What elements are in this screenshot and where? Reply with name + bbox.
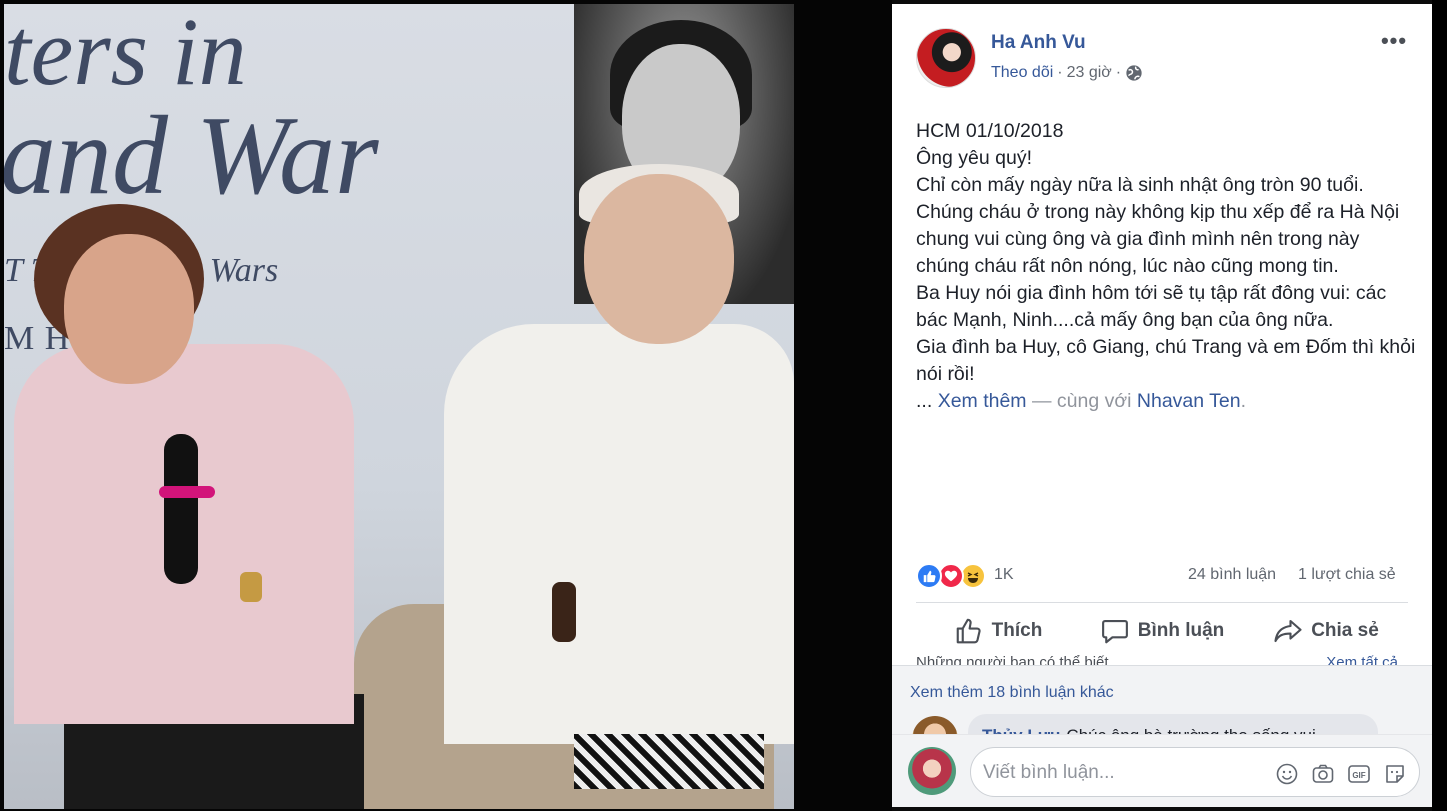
- see-more-link[interactable]: Xem thêm: [938, 390, 1027, 412]
- thumbs-up-icon: [956, 618, 981, 644]
- see-more-line: ... Xem thêm — cùng với Nhavan Ten.: [916, 388, 1416, 415]
- chair-seat: [574, 734, 764, 789]
- globe-icon[interactable]: [1125, 64, 1143, 82]
- comment-label: Bình luận: [1137, 620, 1225, 641]
- more-options-button[interactable]: •••: [1376, 30, 1412, 56]
- reaction-count[interactable]: 1K: [994, 566, 1014, 584]
- post-photo[interactable]: ters in and War T The Vietnam Wars M HUO…: [4, 4, 794, 809]
- tail-dot: .: [1240, 390, 1247, 412]
- meta-separator: ·: [1057, 64, 1063, 81]
- reaction-icons[interactable]: [916, 563, 992, 589]
- watch-strap: [552, 582, 576, 642]
- share-label: Chia sẻ: [1311, 620, 1379, 641]
- svg-text:GIF: GIF: [1352, 771, 1365, 780]
- people-you-may-know-label: Những người bạn có thể biết: [916, 654, 1109, 665]
- man-shirt: [444, 324, 794, 744]
- like-reaction-icon: [916, 563, 942, 589]
- facebook-photo-viewer: ters in and War T The Vietnam Wars M HUO…: [0, 0, 1447, 811]
- suggested-friends-peek: Những người bạn có thể biết Xem tất cả: [916, 654, 1408, 665]
- post-line: Ba Huy nói gia đình hôm tới sẽ tụ tập rấ…: [916, 282, 1387, 331]
- woman-face: [64, 234, 194, 384]
- author-avatar[interactable]: [916, 28, 976, 88]
- window-edge: [1432, 0, 1447, 811]
- banner-text-line2: and War: [4, 94, 379, 218]
- comment-button[interactable]: Bình luận: [1080, 608, 1244, 654]
- microphone: [164, 434, 198, 584]
- follow-link[interactable]: Theo dõi: [991, 64, 1053, 82]
- divider: [916, 602, 1408, 603]
- like-label: Thích: [991, 620, 1043, 641]
- comment-composer: Viết bình luận... GIF: [892, 734, 1432, 807]
- see-all-link[interactable]: Xem tất cả: [1326, 654, 1398, 665]
- post-text: HCM 01/10/2018 Ông yêu quý! Chỉ còn mấy …: [916, 118, 1416, 415]
- post-line: Chỉ còn mấy ngày nữa là sinh nhật ông tr…: [916, 174, 1400, 277]
- post-time[interactable]: 23 giờ: [1067, 64, 1112, 82]
- post-meta: Theo dõi · 23 giờ ·: [991, 64, 1143, 82]
- post-line: Ông yêu quý!: [916, 147, 1032, 169]
- camera-icon[interactable]: [1311, 762, 1335, 786]
- ellipsis: ...: [916, 390, 933, 412]
- post-line: HCM 01/10/2018: [916, 120, 1064, 142]
- comment-bubble-icon: [1101, 619, 1128, 644]
- author-name[interactable]: Ha Anh Vu: [991, 32, 1086, 54]
- gif-icon[interactable]: GIF: [1347, 762, 1371, 786]
- comment-count[interactable]: 24 bình luận: [1188, 566, 1276, 584]
- comment-placeholder: Viết bình luận...: [983, 762, 1115, 783]
- wristwatch: [240, 572, 262, 602]
- comment-input[interactable]: Viết bình luận... GIF: [970, 747, 1420, 797]
- microphone-ring: [159, 486, 215, 498]
- man-face: [584, 174, 734, 344]
- post-panel: Ha Anh Vu Theo dõi · 23 giờ · ••• HCM 01…: [892, 4, 1432, 807]
- post-header: Ha Anh Vu Theo dõi · 23 giờ · •••: [916, 28, 1412, 92]
- view-more-comments-link[interactable]: Xem thêm 18 bình luận khác: [910, 684, 1114, 702]
- current-user-avatar: [908, 747, 956, 795]
- tagged-person-link[interactable]: Nhavan Ten: [1137, 390, 1241, 412]
- share-count[interactable]: 1 lượt chia sẻ: [1298, 566, 1396, 584]
- emoji-icon[interactable]: [1275, 762, 1299, 786]
- share-arrow-icon: [1274, 619, 1302, 643]
- post-actions: Thích Bình luận Chia sẻ: [916, 608, 1408, 654]
- meta-separator: ·: [1115, 64, 1122, 81]
- share-button[interactable]: Chia sẻ: [1244, 608, 1408, 654]
- like-button[interactable]: Thích: [916, 608, 1080, 654]
- photo-viewer[interactable]: ters in and War T The Vietnam Wars M HUO…: [0, 0, 892, 811]
- with-text: — cùng với: [1026, 390, 1137, 412]
- reactions-bar: 1K 24 bình luận 1 lượt chia sẻ: [916, 560, 1408, 590]
- sticker-icon[interactable]: [1383, 762, 1407, 786]
- post-line: Gia đình ba Huy, cô Giang, chú Trang và …: [916, 336, 1416, 385]
